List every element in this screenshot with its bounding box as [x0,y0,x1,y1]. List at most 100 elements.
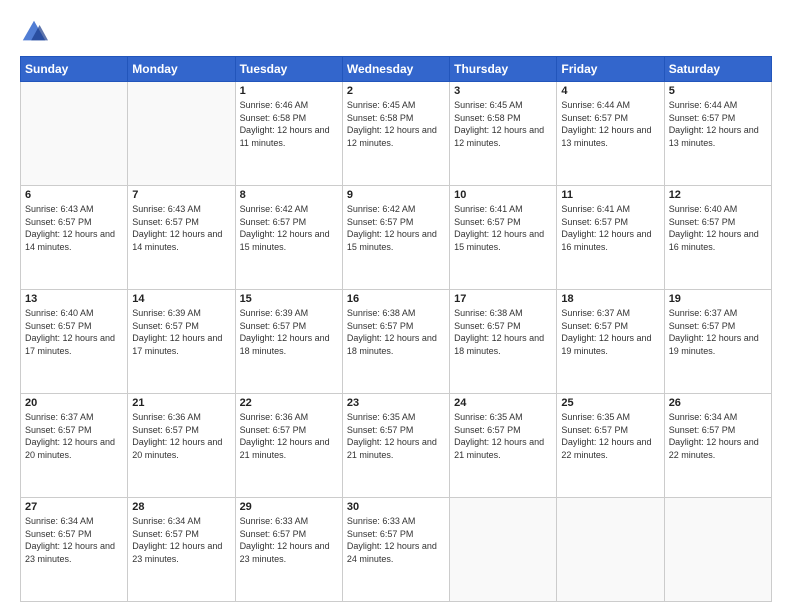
day-cell: 7 Sunrise: 6:43 AM Sunset: 6:57 PM Daylig… [128,186,235,290]
day-number: 21 [132,397,230,409]
day-number: 6 [25,189,123,201]
day-info: Sunrise: 6:37 AM Sunset: 6:57 PM Dayligh… [25,411,123,461]
logo-icon [20,18,48,46]
day-number: 28 [132,501,230,513]
day-cell: 6 Sunrise: 6:43 AM Sunset: 6:57 PM Daylig… [21,186,128,290]
day-number: 9 [347,189,445,201]
day-header-thursday: Thursday [450,57,557,82]
day-number: 7 [132,189,230,201]
day-info: Sunrise: 6:39 AM Sunset: 6:57 PM Dayligh… [132,307,230,357]
day-number: 19 [669,293,767,305]
day-number: 11 [561,189,659,201]
day-cell: 1 Sunrise: 6:46 AM Sunset: 6:58 PM Daylig… [235,82,342,186]
day-cell: 19 Sunrise: 6:37 AM Sunset: 6:57 PM Dayli… [664,290,771,394]
day-cell: 2Sunrise: 6:45 AM Sunset: 6:58 PM Daylig… [342,82,449,186]
day-info: Sunrise: 6:36 AM Sunset: 6:57 PM Dayligh… [132,411,230,461]
day-header-sunday: Sunday [21,57,128,82]
day-cell: 12 Sunrise: 6:40 AM Sunset: 6:57 PM Dayli… [664,186,771,290]
day-cell: 29 Sunrise: 6:33 AM Sunset: 6:57 PM Dayli… [235,498,342,602]
day-number: 16 [347,293,445,305]
day-info: Sunrise: 6:33 AM Sunset: 6:57 PM Dayligh… [240,515,338,565]
day-cell: 28 Sunrise: 6:34 AM Sunset: 6:57 PM Dayli… [128,498,235,602]
day-info: Sunrise: 6:36 AM Sunset: 6:57 PM Dayligh… [240,411,338,461]
day-cell: 15 Sunrise: 6:39 AM Sunset: 6:57 PM Dayli… [235,290,342,394]
day-info: Sunrise: 6:46 AM Sunset: 6:58 PM Dayligh… [240,99,338,149]
day-number: 14 [132,293,230,305]
day-info: Sunrise: 6:42 AM Sunset: 6:57 PM Dayligh… [347,203,445,253]
day-cell: 11 Sunrise: 6:41 AM Sunset: 6:57 PM Dayli… [557,186,664,290]
header [20,18,772,46]
day-number: 18 [561,293,659,305]
day-number: 22 [240,397,338,409]
week-row-2: 6 Sunrise: 6:43 AM Sunset: 6:57 PM Daylig… [21,186,772,290]
day-header-saturday: Saturday [664,57,771,82]
day-info: Sunrise: 6:45 AM Sunset: 6:58 PM Dayligh… [347,99,445,149]
day-info: Sunrise: 6:40 AM Sunset: 6:57 PM Dayligh… [669,203,767,253]
day-cell: 22 Sunrise: 6:36 AM Sunset: 6:57 PM Dayli… [235,394,342,498]
day-cell: 27 Sunrise: 6:34 AM Sunset: 6:57 PM Dayli… [21,498,128,602]
day-info: Sunrise: 6:38 AM Sunset: 6:57 PM Dayligh… [454,307,552,357]
day-number: 26 [669,397,767,409]
week-row-4: 20 Sunrise: 6:37 AM Sunset: 6:57 PM Dayli… [21,394,772,498]
day-info: Sunrise: 6:43 AM Sunset: 6:57 PM Dayligh… [25,203,123,253]
day-info: Sunrise: 6:35 AM Sunset: 6:57 PM Dayligh… [561,411,659,461]
day-info: Sunrise: 6:39 AM Sunset: 6:57 PM Dayligh… [240,307,338,357]
calendar-header-row: SundayMondayTuesdayWednesdayThursdayFrid… [21,57,772,82]
page: SundayMondayTuesdayWednesdayThursdayFrid… [0,0,792,612]
day-number: 15 [240,293,338,305]
day-header-monday: Monday [128,57,235,82]
day-cell: 24 Sunrise: 6:35 AM Sunset: 6:57 PM Dayli… [450,394,557,498]
day-cell [664,498,771,602]
day-info: Sunrise: 6:34 AM Sunset: 6:57 PM Dayligh… [669,411,767,461]
day-cell [450,498,557,602]
day-cell: 13 Sunrise: 6:40 AM Sunset: 6:57 PM Dayli… [21,290,128,394]
day-number: 29 [240,501,338,513]
day-info: Sunrise: 6:35 AM Sunset: 6:57 PM Dayligh… [454,411,552,461]
day-info: Sunrise: 6:41 AM Sunset: 6:57 PM Dayligh… [561,203,659,253]
day-header-wednesday: Wednesday [342,57,449,82]
day-cell: 14 Sunrise: 6:39 AM Sunset: 6:57 PM Dayli… [128,290,235,394]
week-row-3: 13 Sunrise: 6:40 AM Sunset: 6:57 PM Dayli… [21,290,772,394]
day-number: 25 [561,397,659,409]
day-info: Sunrise: 6:44 AM Sunset: 6:57 PM Dayligh… [561,99,659,149]
day-number: 10 [454,189,552,201]
day-number: 23 [347,397,445,409]
calendar-table: SundayMondayTuesdayWednesdayThursdayFrid… [20,56,772,602]
day-info: Sunrise: 6:45 AM Sunset: 6:58 PM Dayligh… [454,99,552,149]
day-number: 1 [240,85,338,97]
day-cell: 16Sunrise: 6:38 AM Sunset: 6:57 PM Dayli… [342,290,449,394]
day-number: 3 [454,85,552,97]
day-number: 12 [669,189,767,201]
day-number: 30 [347,501,445,513]
day-header-tuesday: Tuesday [235,57,342,82]
day-cell: 23Sunrise: 6:35 AM Sunset: 6:57 PM Dayli… [342,394,449,498]
day-cell [557,498,664,602]
day-info: Sunrise: 6:40 AM Sunset: 6:57 PM Dayligh… [25,307,123,357]
day-number: 8 [240,189,338,201]
week-row-5: 27 Sunrise: 6:34 AM Sunset: 6:57 PM Dayli… [21,498,772,602]
day-info: Sunrise: 6:42 AM Sunset: 6:57 PM Dayligh… [240,203,338,253]
day-cell: 18 Sunrise: 6:37 AM Sunset: 6:57 PM Dayli… [557,290,664,394]
day-number: 4 [561,85,659,97]
day-info: Sunrise: 6:34 AM Sunset: 6:57 PM Dayligh… [25,515,123,565]
day-cell: 17Sunrise: 6:38 AM Sunset: 6:57 PM Dayli… [450,290,557,394]
day-cell: 25 Sunrise: 6:35 AM Sunset: 6:57 PM Dayli… [557,394,664,498]
day-info: Sunrise: 6:33 AM Sunset: 6:57 PM Dayligh… [347,515,445,565]
day-number: 24 [454,397,552,409]
day-cell: 20 Sunrise: 6:37 AM Sunset: 6:57 PM Dayli… [21,394,128,498]
day-number: 5 [669,85,767,97]
day-cell [128,82,235,186]
week-row-1: 1 Sunrise: 6:46 AM Sunset: 6:58 PM Daylig… [21,82,772,186]
day-info: Sunrise: 6:37 AM Sunset: 6:57 PM Dayligh… [669,307,767,357]
day-info: Sunrise: 6:44 AM Sunset: 6:57 PM Dayligh… [669,99,767,149]
day-info: Sunrise: 6:37 AM Sunset: 6:57 PM Dayligh… [561,307,659,357]
day-cell: 4 Sunrise: 6:44 AM Sunset: 6:57 PM Daylig… [557,82,664,186]
day-info: Sunrise: 6:43 AM Sunset: 6:57 PM Dayligh… [132,203,230,253]
day-info: Sunrise: 6:34 AM Sunset: 6:57 PM Dayligh… [132,515,230,565]
day-number: 13 [25,293,123,305]
day-number: 27 [25,501,123,513]
day-number: 20 [25,397,123,409]
day-cell: 8 Sunrise: 6:42 AM Sunset: 6:57 PM Daylig… [235,186,342,290]
logo [20,18,52,46]
day-cell [21,82,128,186]
